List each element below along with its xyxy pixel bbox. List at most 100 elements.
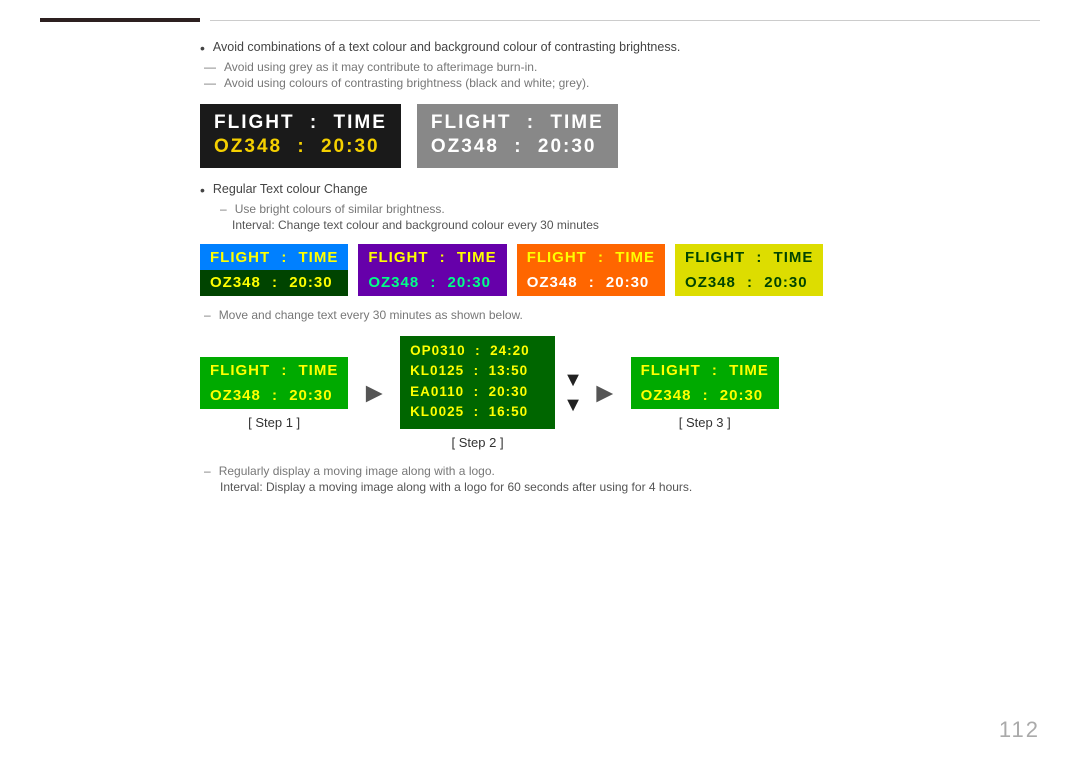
dash-item-1: — Avoid using grey as it may contribute … [200,60,880,74]
step-2-row-4: KL0025 : 16:50 [410,402,545,422]
steps-row: FLIGHT : TIME OZ348 : 20:30 [ Step 1 ] ► [200,336,880,450]
arrow-down-pair: ▼ ▼ [563,369,583,417]
top-bar-line [210,20,1040,21]
display-grey-data-flight: OZ348 [431,136,499,158]
display-grey-header-flight: FLIGHT [431,112,512,134]
dash-text-2: Avoid using colours of contrasting brigh… [224,76,589,90]
variant-yellow-header: FLIGHT : TIME [685,249,813,266]
variant-blue-green: FLIGHT : TIME OZ348 : 20:30 [200,244,348,296]
display-grey-data-time: 20:30 [538,136,597,158]
step-2-block: OP0310 : 24:20 KL0125 : 13:50 EA0110 : 2… [400,336,555,450]
display-grey-data: OZ348 : 20:30 [431,136,604,158]
step-1-label: [ Step 1 ] [248,415,300,430]
step-3-label: [ Step 3 ] [679,415,731,430]
step-3-display: FLIGHT : TIME OZ348 : 20:30 [631,357,779,409]
step-2-display: OP0310 : 24:20 KL0125 : 13:50 EA0110 : 2… [400,336,555,429]
display-black-data-colon: : [290,136,313,158]
step-2-row-1: OP0310 : 24:20 [410,341,545,361]
variant-blue-data-row: OZ348 : 20:30 [210,274,338,291]
step-1-block: FLIGHT : TIME OZ348 : 20:30 [ Step 1 ] [200,357,348,430]
footnote-dash-1: – Regularly display a moving image along… [200,464,880,478]
step-1-top: FLIGHT : TIME [200,357,348,383]
bullet-section-2: • Regular Text colour Change – Use brigh… [200,182,880,232]
display-black-header-colon: : [303,112,326,134]
footnote-text-2: Interval: Display a moving image along w… [220,480,692,494]
bullet-icon-2: • [200,182,205,198]
page-number: 112 [999,717,1040,743]
top-bar [0,0,1080,22]
dash-icon-2: — [204,76,216,90]
dash-text-3: Use bright colours of similar brightness… [235,202,445,216]
display-black-data-flight: OZ348 [214,136,282,158]
dash-item-4: Interval: Change text colour and backgro… [200,218,880,232]
step-2-label: [ Step 2 ] [452,435,504,450]
footnote-dash-icon-1: – [204,464,211,478]
dash-icon-3: – [220,202,227,216]
variant-orange-header: FLIGHT : TIME [527,249,655,266]
display-grey-data-colon: : [507,136,530,158]
display-black-header-flight: FLIGHT [214,112,295,134]
footnote-dash-2: Interval: Display a moving image along w… [200,480,880,494]
bullet-item-1: • Avoid combinations of a text colour an… [200,40,880,56]
variant-orange-top: FLIGHT : TIME [517,244,665,270]
footnote-section: – Regularly display a moving image along… [200,464,880,494]
step-1-display: FLIGHT : TIME OZ348 : 20:30 [200,357,348,409]
step-dash-icon: – [204,308,211,322]
bullet-text-2: Regular Text colour Change [213,182,368,196]
arrow-down-2: ▼ [563,394,583,417]
display-grey-header-time: TIME [550,112,603,134]
display-black-header-time: TIME [334,112,387,134]
main-content: • Avoid combinations of a text colour an… [0,22,1080,494]
step-1-data-row: OZ348 : 20:30 [210,387,338,404]
variant-blue-top: FLIGHT : TIME [200,244,348,270]
bullet-section-1: • Avoid combinations of a text colour an… [200,40,880,90]
footnote-text-1: Regularly display a moving image along w… [219,464,495,478]
step-3-data-row: OZ348 : 20:30 [641,387,769,404]
arrow-group-2: ▼ ▼ ► [563,369,623,417]
step-1-data: OZ348 : 20:30 [200,383,348,409]
display-black-data-time: 20:30 [321,136,380,158]
arrow-right-2: ► [591,377,619,409]
dash-text-1: Avoid using grey as it may contribute to… [224,60,537,74]
top-bar-dark-segment [40,18,200,22]
variant-purple: FLIGHT : TIME OZ348 : 20:30 [358,244,506,296]
display-black: FLIGHT : TIME OZ348 : 20:30 [200,104,401,168]
variant-purple-header: FLIGHT : TIME [368,249,496,266]
bullet-icon: • [200,40,205,56]
display-grey-header-colon: : [520,112,543,134]
variant-yellow-data-row: OZ348 : 20:30 [685,274,813,291]
variant-purple-data: OZ348 : 20:30 [358,270,506,296]
variant-orange-data-row: OZ348 : 20:30 [527,274,655,291]
variant-blue-data: OZ348 : 20:30 [200,270,348,296]
dash-icon-1: — [204,60,216,74]
display-black-header: FLIGHT : TIME [214,112,387,134]
display-grey: FLIGHT : TIME OZ348 : 20:30 [417,104,618,168]
step-3-block: FLIGHT : TIME OZ348 : 20:30 [ Step 3 ] [631,357,779,430]
display-black-data: OZ348 : 20:30 [214,136,387,158]
step-3-top: FLIGHT : TIME [631,357,779,383]
bullet-item-2: • Regular Text colour Change [200,182,880,198]
arrow-right-1: ► [360,377,388,409]
variant-orange-data: OZ348 : 20:30 [517,270,665,296]
variant-blue-header: FLIGHT : TIME [210,249,338,266]
variant-yellow-data: OZ348 : 20:30 [675,270,823,296]
step-dash-text: – Move and change text every 30 minutes … [200,308,880,322]
arrow-down-1: ▼ [563,369,583,392]
bullet-text-1: Avoid combinations of a text colour and … [213,40,680,54]
variant-orange: FLIGHT : TIME OZ348 : 20:30 [517,244,665,296]
dash-text-4: Interval: Change text colour and backgro… [232,218,599,232]
dash-item-2: — Avoid using colours of contrasting bri… [200,76,880,90]
step-dash-label: Move and change text every 30 minutes as… [219,308,523,322]
large-displays-section: FLIGHT : TIME OZ348 : 20:30 FLIGHT : TIM… [200,104,880,168]
step-3-data: OZ348 : 20:30 [631,383,779,409]
display-grey-header: FLIGHT : TIME [431,112,604,134]
variant-purple-top: FLIGHT : TIME [358,244,506,270]
step-2-row-3: EA0110 : 20:30 [410,382,545,402]
variant-purple-data-row: OZ348 : 20:30 [368,274,496,291]
step-3-header: FLIGHT : TIME [641,362,769,379]
color-variants-row: FLIGHT : TIME OZ348 : 20:30 FLIGHT : [200,244,880,296]
variant-yellow: FLIGHT : TIME OZ348 : 20:30 [675,244,823,296]
step-2-row-2: KL0125 : 13:50 [410,361,545,381]
dash-item-3: – Use bright colours of similar brightne… [200,202,880,216]
variant-yellow-top: FLIGHT : TIME [675,244,823,270]
